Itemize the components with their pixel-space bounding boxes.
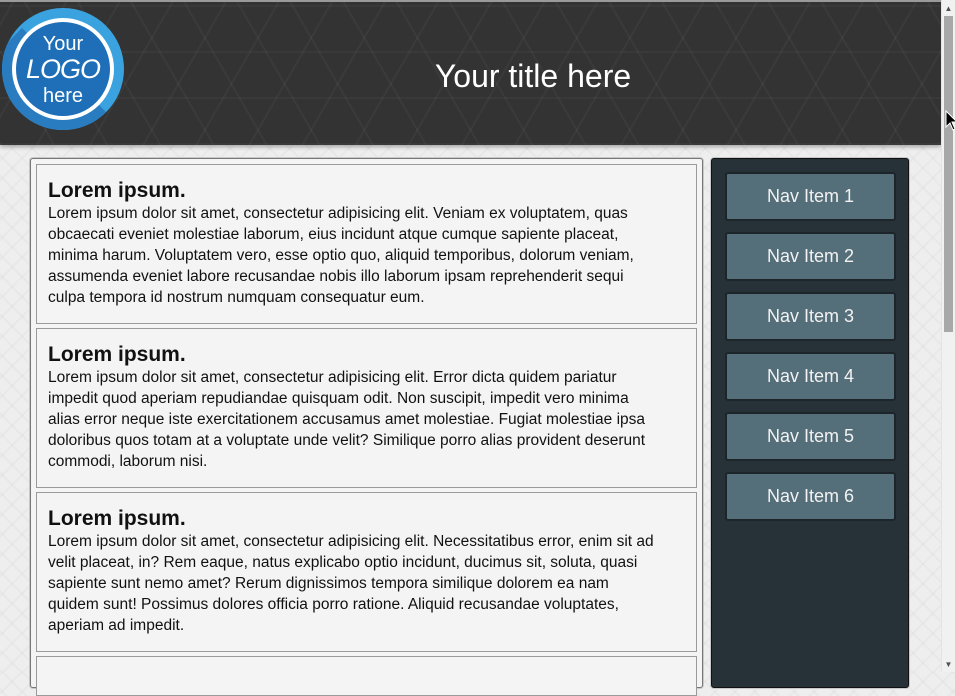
- nav-item-2[interactable]: Nav Item 2: [725, 232, 896, 281]
- logo-text-here: here: [42, 85, 84, 107]
- article-body: Lorem ipsum dolor sit amet, consectetur …: [48, 531, 686, 636]
- article-1: Lorem ipsum. Lorem ipsum dolor sit amet,…: [36, 164, 697, 324]
- article-line: Lorem ipsum dolor sit amet, consectetur …: [48, 205, 628, 222]
- main-content: Lorem ipsum. Lorem ipsum dolor sit amet,…: [30, 158, 703, 696]
- vertical-scrollbar[interactable]: ▲ ▼: [941, 0, 955, 672]
- scroll-thumb[interactable]: [944, 16, 953, 332]
- article-3: Lorem ipsum. Lorem ipsum dolor sit amet,…: [36, 492, 697, 652]
- page-title: Your title here: [434, 58, 632, 94]
- article-heading: Lorem ipsum.: [48, 343, 186, 366]
- scroll-up-arrow-icon[interactable]: ▲: [942, 2, 955, 16]
- article-line: assumenda eveniet labore recusandae nobi…: [48, 268, 624, 285]
- article-line: velit placeat, in? Rem eaque, natus expl…: [48, 554, 638, 571]
- article-line: alias error neque iste exercitationem ac…: [48, 411, 646, 428]
- nav-item-4[interactable]: Nav Item 4: [725, 352, 896, 401]
- logo[interactable]: Your LOGO here: [2, 8, 124, 130]
- article-line: culpa tempora id nostrum numquam consequ…: [48, 289, 425, 306]
- nav-item-5[interactable]: Nav Item 5: [725, 412, 896, 461]
- nav-item-6[interactable]: Nav Item 6: [725, 472, 896, 521]
- article-line: sapiente sunt nemo amet? Rerum dignissim…: [48, 575, 609, 592]
- article-line: Lorem ipsum dolor sit amet, consectetur …: [48, 369, 617, 386]
- article-line: aperiam ad impedit.: [48, 617, 185, 634]
- article-line: impedit quod aperiam repudiandae quisqua…: [48, 390, 629, 407]
- article-line: commodi, laborum nisi.: [48, 453, 208, 470]
- article-line: minima harum. Voluptatem vero, esse opti…: [48, 247, 634, 264]
- sidebar-nav: Nav Item 1 Nav Item 2 Nav Item 3 Nav Ite…: [711, 158, 909, 688]
- nav-item-3[interactable]: Nav Item 3: [725, 292, 896, 341]
- article-line: Lorem ipsum dolor sit amet, consectetur …: [48, 533, 654, 550]
- article-heading: Lorem ipsum.: [48, 179, 186, 202]
- article-body: Lorem ipsum dolor sit amet, consectetur …: [48, 367, 686, 472]
- logo-text-logo: LOGO: [25, 54, 101, 84]
- article-line: obcaecati eveniet molestiae laborum, eiu…: [48, 226, 619, 243]
- logo-text-your: Your: [42, 33, 84, 55]
- article-line: quidem sunt! Possimus dolores officia po…: [48, 596, 619, 613]
- site-header: Your LOGO here Your title here: [0, 0, 941, 145]
- nav-item-1[interactable]: Nav Item 1: [725, 172, 896, 221]
- article-body: Lorem ipsum dolor sit amet, consectetur …: [48, 203, 686, 308]
- article-line: doloribus quos totam at a voluptate unde…: [48, 432, 646, 449]
- article-4: [36, 656, 697, 696]
- mouse-cursor-icon: [945, 110, 955, 131]
- logo-badge: Your LOGO here: [12, 18, 114, 120]
- article-heading: Lorem ipsum.: [48, 507, 186, 530]
- scroll-down-arrow-icon[interactable]: ▼: [942, 658, 955, 672]
- article-2: Lorem ipsum. Lorem ipsum dolor sit amet,…: [36, 328, 697, 488]
